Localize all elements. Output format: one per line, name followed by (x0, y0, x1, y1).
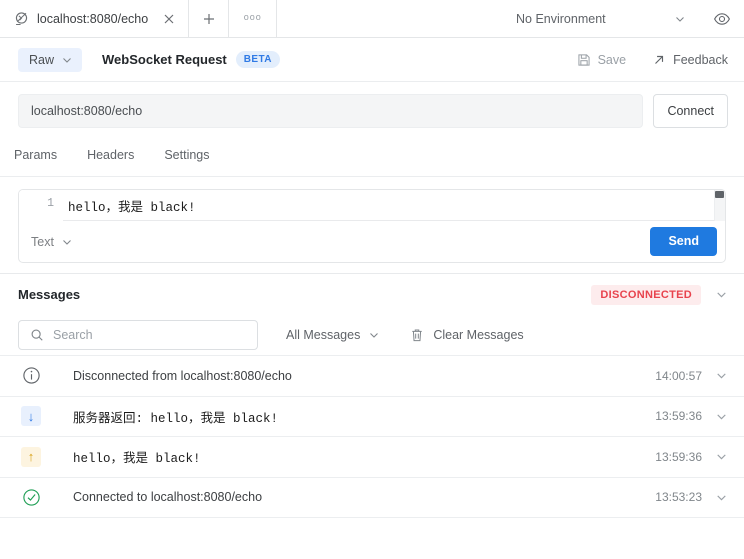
more-options-icon: ooo (244, 12, 262, 22)
request-tab[interactable]: localhost:8080/echo (0, 0, 189, 37)
environment-label: No Environment (516, 12, 664, 26)
editor-body: 1 hello，我是 black! (19, 190, 725, 221)
message-filter-dropdown[interactable]: All Messages (286, 328, 380, 342)
raw-mode-dropdown[interactable]: Raw (18, 48, 82, 72)
connect-button[interactable]: Connect (653, 94, 728, 128)
table-row[interactable]: ↑ hello，我是 black! 13:59:36 (0, 436, 744, 477)
url-row: localhost:8080/echo Connect (0, 82, 744, 138)
message-text: Disconnected from localhost:8080/echo (73, 369, 292, 383)
check-circle-icon (22, 488, 41, 507)
message-type-icon: ↑ (18, 447, 44, 467)
message-timestamp: 13:59:36 (655, 409, 702, 423)
save-label: Save (598, 53, 627, 67)
environment-selector[interactable]: No Environment (500, 0, 700, 37)
arrow-up-glyph: ↑ (28, 450, 35, 463)
chevron-down-icon (61, 54, 73, 66)
editor-scrollbar-thumb[interactable] (715, 191, 724, 198)
feedback-button[interactable]: Feedback (652, 53, 728, 67)
search-input[interactable]: Search (18, 320, 258, 350)
message-timestamp: 13:59:36 (655, 450, 702, 464)
message-filter-label: All Messages (286, 328, 360, 342)
tab-bar: localhost:8080/echo ooo No Environment (0, 0, 744, 38)
trash-icon (410, 328, 424, 343)
close-icon[interactable] (162, 12, 176, 26)
chevron-down-icon (674, 13, 686, 25)
arrow-down-glyph: ↓ (28, 410, 35, 423)
chevron-down-icon (715, 288, 728, 301)
tab-bar-spacer (277, 0, 500, 37)
message-text: 服务器返回: hello，我是 black! (73, 407, 278, 426)
clear-messages-label: Clear Messages (433, 328, 523, 342)
messages-title: Messages (18, 287, 80, 302)
chevron-down-icon (715, 369, 728, 382)
chevron-down-icon (715, 410, 728, 423)
tab-params[interactable]: Params (12, 144, 59, 166)
server-url-input[interactable]: localhost:8080/echo (18, 94, 643, 128)
editor-line-number: 1 (19, 190, 63, 221)
search-icon (30, 328, 44, 342)
message-timestamp: 13:53:23 (655, 490, 702, 504)
message-editor-panel: 1 hello，我是 black! Text Send (18, 189, 726, 263)
new-tab-button[interactable] (189, 0, 229, 37)
message-timestamp: 14:00:57 (655, 369, 702, 383)
clear-messages-button[interactable]: Clear Messages (410, 328, 523, 343)
chevron-down-icon (61, 236, 73, 248)
message-text: hello，我是 black! (73, 447, 201, 466)
message-expand-button[interactable] (715, 450, 728, 463)
websocket-icon (14, 11, 29, 26)
messages-collapse-button[interactable] (715, 288, 728, 301)
tab-label: localhost:8080/echo (37, 12, 148, 26)
message-composer: 1 hello，我是 black! Text Send (0, 177, 744, 263)
status-badge: DISCONNECTED (591, 285, 701, 305)
environment-quick-look-button[interactable] (700, 0, 744, 37)
request-subtabs: Params Headers Settings (0, 138, 744, 177)
more-options-button[interactable]: ooo (229, 0, 277, 37)
message-body-input[interactable]: hello，我是 black! (63, 190, 725, 221)
info-circle-icon (22, 366, 41, 385)
tab-settings[interactable]: Settings (162, 144, 211, 166)
feedback-label: Feedback (673, 53, 728, 67)
table-row[interactable]: Connected to localhost:8080/echo 13:53:2… (0, 477, 744, 518)
list-bottom-divider (0, 517, 744, 518)
editor-footer: Text Send (19, 221, 725, 262)
request-toolbar: Raw WebSocket Request BETA Save Feedback (0, 38, 744, 82)
message-format-dropdown[interactable]: Text (31, 235, 73, 249)
messages-filter-row: Search All Messages Clear Messages (0, 315, 744, 355)
tab-headers[interactable]: Headers (85, 144, 136, 166)
search-placeholder: Search (53, 328, 93, 342)
plus-icon (201, 11, 217, 27)
arrow-up-icon: ↑ (21, 447, 41, 467)
message-type-icon: ↓ (18, 406, 44, 426)
message-type-icon (18, 366, 44, 385)
messages-list: Disconnected from localhost:8080/echo 14… (0, 355, 744, 559)
arrow-down-icon: ↓ (21, 406, 41, 426)
raw-mode-label: Raw (29, 53, 54, 67)
beta-badge: BETA (236, 51, 280, 68)
chevron-down-icon (368, 329, 380, 341)
message-expand-button[interactable] (715, 410, 728, 423)
table-row[interactable]: Disconnected from localhost:8080/echo 14… (0, 355, 744, 396)
message-expand-button[interactable] (715, 369, 728, 382)
send-button[interactable]: Send (650, 227, 717, 256)
chevron-down-icon (715, 450, 728, 463)
editor-scrollbar[interactable] (714, 190, 725, 221)
messages-header: Messages DISCONNECTED (0, 273, 744, 315)
message-type-icon (18, 488, 44, 507)
message-format-label: Text (31, 235, 54, 249)
message-text: Connected to localhost:8080/echo (73, 490, 262, 504)
table-row[interactable]: ↓ 服务器返回: hello，我是 black! 13:59:36 (0, 396, 744, 437)
page-title: WebSocket Request (102, 52, 227, 67)
websocket-request-window: localhost:8080/echo ooo No Environment (0, 0, 744, 559)
external-link-arrow-icon (652, 53, 666, 67)
save-button[interactable]: Save (577, 53, 627, 67)
eye-icon (713, 10, 731, 28)
message-expand-button[interactable] (715, 491, 728, 504)
chevron-down-icon (715, 491, 728, 504)
save-floppy-icon (577, 53, 591, 67)
